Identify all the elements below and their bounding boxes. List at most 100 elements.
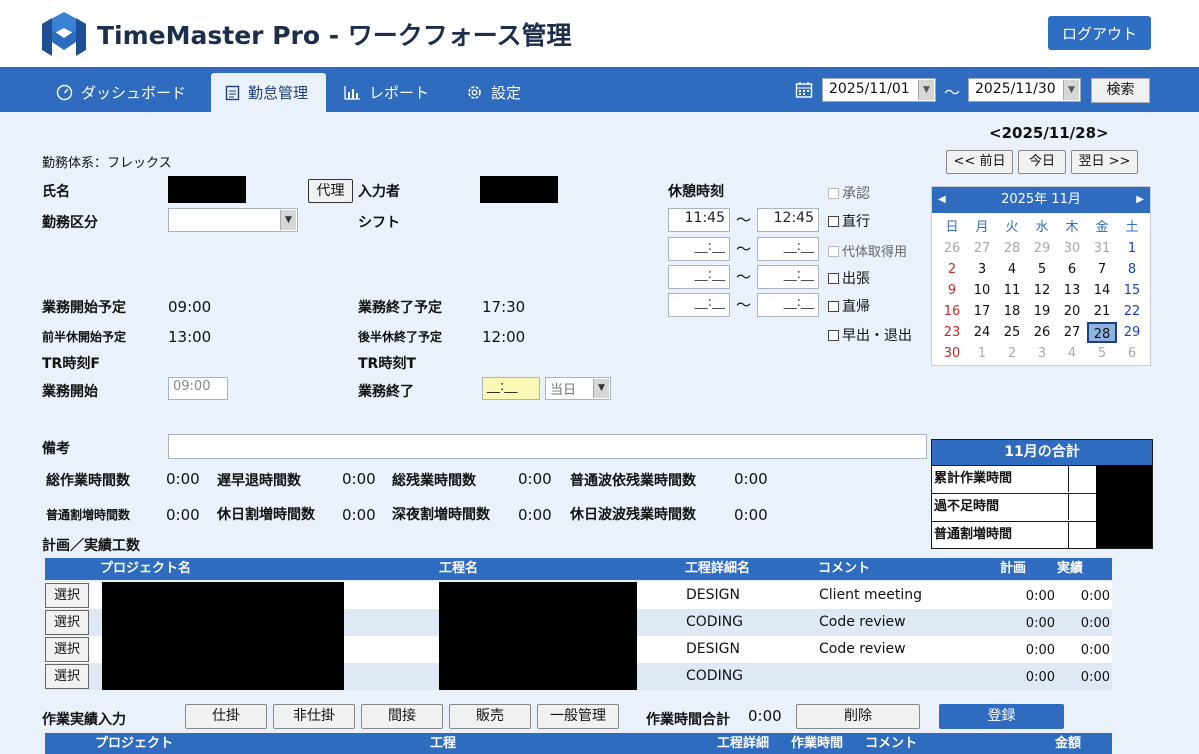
break-from-input[interactable]: __:__ — [668, 237, 730, 261]
calendar-day[interactable]: 5 — [1087, 343, 1117, 364]
calendar-day[interactable]: 22 — [1117, 301, 1147, 322]
inputter-label: 入力者 — [358, 184, 400, 200]
work-class-label: 勤務区分 — [42, 215, 98, 231]
calendar-day[interactable]: 25 — [997, 322, 1027, 343]
calendar-day[interactable]: 23 — [937, 322, 967, 343]
calendar-day[interactable]: 5 — [1027, 259, 1057, 280]
calendar-day[interactable]: 27 — [967, 238, 997, 259]
calendar-day[interactable]: 29 — [1027, 238, 1057, 259]
break-to-input[interactable]: __:__ — [757, 293, 819, 317]
calendar-day[interactable]: 6 — [1057, 259, 1087, 280]
calendar-day[interactable]: 2 — [997, 343, 1027, 364]
delete-button[interactable]: 削除 — [796, 704, 920, 729]
work-class-select[interactable]: ▼ — [168, 208, 298, 232]
logo-icon — [42, 12, 86, 56]
checkbox-label: 承認 — [842, 186, 870, 202]
calendar-day[interactable]: 8 — [1117, 259, 1147, 280]
calendar-day[interactable]: 12 — [1027, 280, 1057, 301]
plan-cell: 0:00 — [1025, 616, 1055, 631]
end-day-select[interactable]: 当日 ▼ — [545, 377, 611, 400]
today-button[interactable]: 今日 — [1018, 150, 1066, 174]
register-button[interactable]: 登録 — [939, 704, 1064, 729]
break-from-input[interactable]: __:__ — [668, 293, 730, 317]
calendar-day[interactable]: 31 — [1087, 238, 1117, 259]
start-input[interactable]: 09:00 — [168, 377, 228, 400]
calendar-day[interactable]: 13 — [1057, 280, 1087, 301]
calendar-day[interactable]: 7 — [1087, 259, 1117, 280]
calendar-day[interactable]: 26 — [937, 238, 967, 259]
general-admin-button[interactable]: 一般管理 — [537, 704, 619, 729]
tab-dashboard[interactable]: ダッシュボード — [40, 73, 210, 112]
date-from-select[interactable]: 2025/11/01 ▼ — [822, 78, 936, 102]
calendar-day[interactable]: 2 — [937, 259, 967, 280]
stat-label: 総作業時間数 — [46, 473, 130, 489]
calendar-day[interactable]: 28 — [997, 238, 1027, 259]
approval-checkbox[interactable]: 承認 — [828, 183, 870, 203]
date-to-select[interactable]: 2025/11/30 ▼ — [968, 78, 1081, 102]
tab-settings[interactable]: 設定 — [452, 73, 552, 112]
substitute-checkbox[interactable]: 代体取得用 — [828, 241, 907, 260]
select-button[interactable]: 選択 — [45, 583, 89, 608]
note-input[interactable] — [168, 434, 927, 459]
calendar-day[interactable]: 10 — [967, 280, 997, 301]
calendar-day[interactable]: 4 — [1057, 343, 1087, 364]
search-button[interactable]: 検索 — [1091, 78, 1150, 103]
stat-label: 休日波波残業時間数 — [570, 507, 696, 523]
calendar-day[interactable]: 3 — [1027, 343, 1057, 364]
next-day-button[interactable]: 翌日 >> — [1071, 150, 1138, 174]
break-from-input[interactable]: 11:45 — [668, 208, 730, 232]
monthly-total-title: 11月の合計 — [932, 440, 1152, 465]
calendar-day[interactable]: 11 — [997, 280, 1027, 301]
calendar-day[interactable]: 30 — [937, 343, 967, 364]
calendar-day[interactable]: 27 — [1057, 322, 1087, 343]
calendar-day[interactable]: 9 — [937, 280, 967, 301]
calendar-day[interactable]: 6 — [1117, 343, 1147, 364]
calendar-day[interactable]: 20 — [1057, 301, 1087, 322]
early-leave-checkbox[interactable]: 早出・退出 — [828, 325, 912, 345]
select-button[interactable]: 選択 — [45, 664, 89, 689]
indirect-button[interactable]: 間接 — [361, 704, 443, 729]
calendar-day[interactable]: 3 — [967, 259, 997, 280]
calendar-day[interactable]: 1 — [967, 343, 997, 364]
sales-button[interactable]: 販売 — [449, 704, 531, 729]
break-to-input[interactable]: __:__ — [757, 237, 819, 261]
calendar-day[interactable]: 21 — [1087, 301, 1117, 322]
prev-day-button[interactable]: << 前日 — [946, 150, 1013, 174]
table-header: 実績 — [1055, 558, 1112, 580]
calendar-day[interactable]: 15 — [1117, 280, 1147, 301]
break-to-input[interactable]: __:__ — [757, 265, 819, 289]
calendar-day[interactable]: 4 — [997, 259, 1027, 280]
prev-month-icon[interactable]: ◀ — [938, 187, 946, 213]
calendar-day[interactable]: 26 — [1027, 322, 1057, 343]
proxy-button[interactable]: 代理 — [308, 179, 353, 203]
calendar-day[interactable]: 19 — [1027, 301, 1057, 322]
total-time-value: 0:00 — [748, 707, 782, 725]
non-wip-button[interactable]: 非仕掛 — [273, 704, 355, 729]
logout-button[interactable]: ログアウト — [1048, 16, 1151, 50]
break-from-input[interactable]: __:__ — [668, 265, 730, 289]
calendar-day[interactable]: 28 — [1087, 322, 1117, 343]
calendar-day[interactable]: 14 — [1087, 280, 1117, 301]
business-trip-checkbox[interactable]: 出張 — [828, 268, 870, 288]
calendar-day[interactable]: 16 — [937, 301, 967, 322]
tab-attendance[interactable]: 勤怠管理 — [211, 73, 326, 112]
calendar-day[interactable]: 1 — [1117, 238, 1147, 259]
calendar-day[interactable]: 30 — [1057, 238, 1087, 259]
calendar-day[interactable]: 24 — [967, 322, 997, 343]
direct-return-checkbox[interactable]: 直帰 — [828, 296, 870, 316]
select-button[interactable]: 選択 — [45, 610, 89, 635]
direct-go-checkbox[interactable]: 直行 — [828, 211, 870, 231]
break-to-input[interactable]: 12:45 — [757, 208, 819, 232]
calendar-icon[interactable] — [795, 81, 813, 99]
tab-report[interactable]: レポート — [330, 73, 445, 112]
wip-button[interactable]: 仕掛 — [185, 704, 267, 729]
next-month-icon[interactable]: ▶ — [1136, 187, 1144, 213]
select-button[interactable]: 選択 — [45, 637, 89, 662]
plan-cell: 0:00 — [1025, 643, 1055, 658]
end-input[interactable]: __:__ — [482, 377, 540, 400]
table-header: 工程 — [430, 733, 717, 754]
calendar-widget: ◀ 2025年 11月 ▶ 日月火水木金土 26 27 28 29 30 31 1 2 3 4 5 6 7… — [931, 186, 1151, 366]
calendar-day[interactable]: 17 — [967, 301, 997, 322]
calendar-day[interactable]: 18 — [997, 301, 1027, 322]
calendar-day[interactable]: 29 — [1117, 322, 1147, 343]
